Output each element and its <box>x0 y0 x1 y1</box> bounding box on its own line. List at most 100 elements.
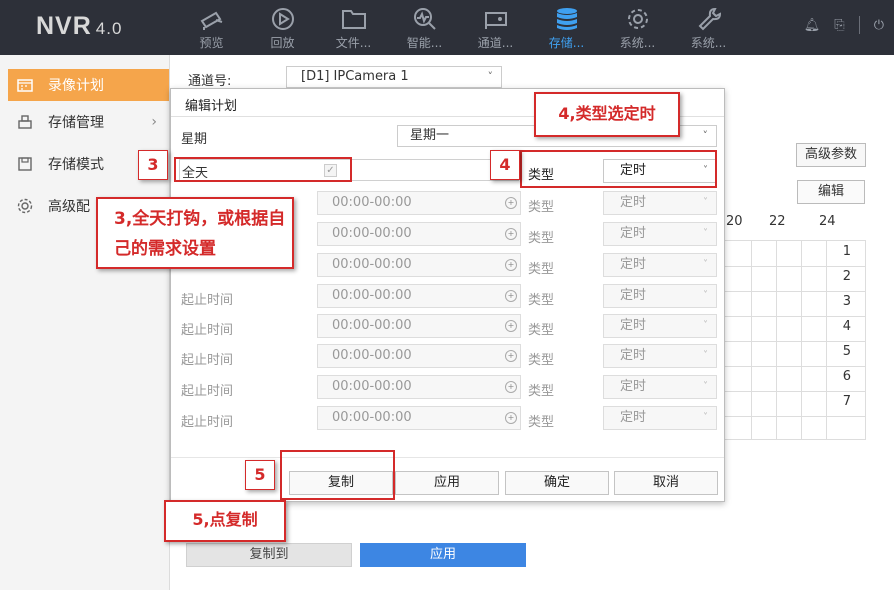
type-label: 类型 <box>528 415 555 430</box>
settings-icon <box>16 197 34 215</box>
time-row: 起止时间 00:00-00:00 + 类型 定时 <box>171 284 726 310</box>
time-range-input[interactable]: 00:00-00:00 <box>317 191 521 215</box>
save-icon <box>16 155 34 173</box>
day-label: 6 <box>842 369 851 384</box>
time-range-input[interactable]: 00:00-00:00 <box>317 375 521 399</box>
clock-icon[interactable]: + <box>505 412 517 424</box>
day-label: 2 <box>842 269 851 284</box>
type-label: 类型 <box>528 200 555 215</box>
type-select[interactable]: 定时 <box>603 344 717 368</box>
copy-to-button[interactable]: 复制到 <box>186 543 352 567</box>
clock-icon[interactable]: + <box>505 381 517 393</box>
step-tag-5: 5 <box>245 460 275 490</box>
sidebar-item-record-schedule[interactable]: 录像计划 <box>8 69 169 101</box>
chevron-right-icon: › <box>151 114 157 130</box>
step-note-5: 5,点复制 <box>164 500 286 542</box>
nav-system-maintain[interactable]: 系统... <box>673 0 744 55</box>
time-range-label: 起止时间 <box>181 415 234 430</box>
time-range-input[interactable]: 00:00-00:00 <box>317 253 521 277</box>
type-select[interactable]: 定时 <box>603 191 717 215</box>
step-note-3: 3,全天打钩，或根据自己的需求设置 <box>96 197 294 269</box>
type-label: 类型 <box>528 353 555 368</box>
cancel-button[interactable]: 取消 <box>614 471 718 495</box>
nav-system-config[interactable]: 系统... <box>602 0 673 55</box>
nav-smart[interactable]: 智能... <box>389 0 460 55</box>
folder-icon <box>341 10 366 29</box>
time-range-input[interactable]: 00:00-00:00 <box>317 314 521 338</box>
divider <box>171 457 724 458</box>
clock-icon[interactable]: + <box>505 290 517 302</box>
camera-icon <box>200 11 222 30</box>
time-row: 起止时间 00:00-00:00 + 类型 定时 <box>171 375 726 401</box>
hour-label: 22 <box>769 214 786 229</box>
highlight-all-day <box>174 157 352 182</box>
clock-icon[interactable]: + <box>505 197 517 209</box>
app-logo: NVR 4.0 <box>36 12 122 41</box>
type-select[interactable]: 定时 <box>603 284 717 308</box>
hour-label: 24 <box>819 214 836 229</box>
time-range-input[interactable]: 00:00-00:00 <box>317 284 521 308</box>
ok-button[interactable]: 确定 <box>505 471 609 495</box>
advanced-params-button[interactable]: 高级参数 <box>796 143 866 167</box>
power-icon[interactable]: ⏻ <box>874 18 884 33</box>
app-version: 4.0 <box>95 19 123 38</box>
time-range-label: 起止时间 <box>181 384 234 399</box>
day-label: 3 <box>842 294 851 309</box>
logout-icon[interactable]: ⎘ <box>834 18 844 33</box>
nav-storage[interactable]: 存储... <box>531 0 602 55</box>
hour-label: 20 <box>726 214 743 229</box>
day-label: 5 <box>842 344 851 359</box>
nav-preview[interactable]: 预览 <box>176 0 247 55</box>
time-range-input[interactable]: 00:00-00:00 <box>317 406 521 430</box>
sidebar: 录像计划 存储管理 › 存储模式 高级配 <box>0 55 170 590</box>
highlight-type <box>520 150 717 188</box>
sidebar-item-storage-manage[interactable]: 存储管理 › <box>0 101 169 143</box>
nav-channel[interactable]: 通道... <box>460 0 531 55</box>
clock-icon[interactable]: + <box>505 259 517 271</box>
clock-icon[interactable]: + <box>505 320 517 332</box>
type-select[interactable]: 定时 <box>603 222 717 246</box>
type-select[interactable]: 定时 <box>603 253 717 277</box>
smart-icon <box>413 8 436 30</box>
apply-button[interactable]: 应用 <box>360 543 526 567</box>
type-select[interactable]: 定时 <box>603 375 717 399</box>
clock-icon[interactable]: + <box>505 350 517 362</box>
dialog-apply-button[interactable]: 应用 <box>395 471 499 495</box>
day-label: 7 <box>842 394 851 409</box>
time-range-label: 起止时间 <box>181 323 234 338</box>
time-row: 起止时间 00:00-00:00 + 类型 定时 <box>171 406 726 432</box>
channel-label: 通道号: <box>188 74 232 89</box>
time-range-input[interactable]: 00:00-00:00 <box>317 344 521 368</box>
time-row: 起止时间 00:00-00:00 + 类型 定时 <box>171 344 726 370</box>
step-note-4: 4,类型选定时 <box>534 92 680 137</box>
type-label: 类型 <box>528 293 555 308</box>
time-range-label: 起止时间 <box>181 353 234 368</box>
type-select[interactable]: 定时 <box>603 314 717 338</box>
gear-icon <box>627 9 648 29</box>
bell-icon[interactable]: 🔔︎ <box>804 18 821 33</box>
step-tag-3: 3 <box>138 150 168 180</box>
clock-icon[interactable]: + <box>505 228 517 240</box>
playback-icon <box>271 8 294 30</box>
type-select[interactable]: 定时 <box>603 406 717 430</box>
type-label: 类型 <box>528 323 555 338</box>
calendar-icon <box>16 76 34 94</box>
nav-file[interactable]: 文件... <box>318 0 389 55</box>
time-row: 起止时间 00:00-00:00 + 类型 定时 <box>171 314 726 340</box>
type-label: 类型 <box>528 262 555 277</box>
type-label: 类型 <box>528 384 555 399</box>
day-label: 1 <box>842 244 851 259</box>
day-label: 4 <box>842 319 851 334</box>
nav-playback[interactable]: 回放 <box>247 0 318 55</box>
wrench-icon <box>698 7 721 31</box>
edit-button[interactable]: 编辑 <box>797 180 865 204</box>
channel-select[interactable]: [D1] IPCamera 1 <box>286 66 502 88</box>
week-label: 星期 <box>181 132 208 147</box>
schedule-grid-body[interactable]: 1 2 3 4 5 6 7 <box>724 240 866 440</box>
step-tag-4: 4 <box>490 150 520 180</box>
schedule-grid: 20 22 24 1 2 3 4 5 6 7 <box>724 210 866 440</box>
top-bar: NVR 4.0 预览 回放 文件... 智能... 通道... 存储... 系统… <box>0 0 894 55</box>
time-range-input[interactable]: 00:00-00:00 <box>317 222 521 246</box>
storage-manage-icon <box>16 113 34 131</box>
top-right-tools: 🔔︎ ⎘ ⏻ <box>804 16 884 34</box>
